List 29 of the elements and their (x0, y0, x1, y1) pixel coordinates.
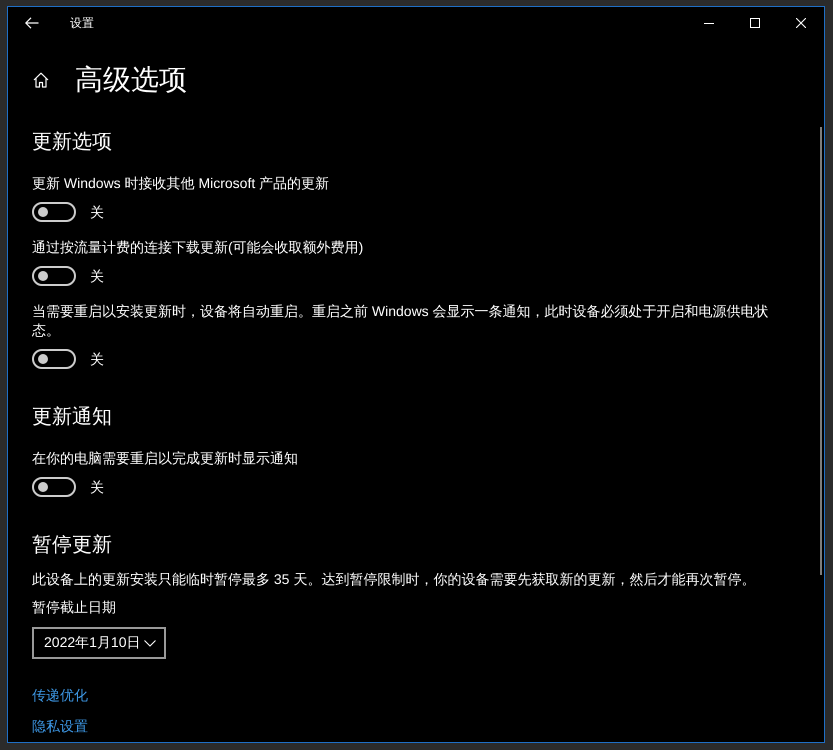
minimize-icon (704, 22, 714, 24)
section-heading: 更新通知 (32, 405, 113, 430)
setting-label: 在你的电脑需要重启以完成更新时显示通知 (32, 449, 299, 468)
section-heading: 暂停更新 (32, 533, 113, 558)
toggle-switch[interactable] (32, 266, 76, 286)
settings-link[interactable]: 隐私设置 (32, 717, 88, 736)
chevron-down-icon (144, 640, 156, 646)
toggle-state-label: 关 (90, 478, 104, 496)
toggle-switch[interactable] (32, 477, 76, 497)
toggle-state-label: 关 (90, 202, 104, 222)
field-label: 暂停截止日期 (32, 598, 117, 617)
home-icon[interactable] (33, 72, 49, 88)
setting-label: 当需要重启以安装更新时，设备将自动重启。重启之前 Windows 会显示一条通知，此时设备必须处于开启和电源供电状态。 (32, 302, 770, 340)
section-heading: 更新选项 (32, 130, 113, 155)
toggle-switch[interactable] (32, 349, 76, 369)
toggle-state-label: 关 (90, 350, 104, 368)
toggle-switch[interactable] (32, 202, 76, 222)
window-title: 设置 (70, 15, 94, 31)
close-icon (796, 18, 806, 28)
back-arrow-icon (25, 17, 39, 29)
settings-link[interactable]: 传递优化 (32, 686, 88, 705)
page-title: 高级选项 (75, 63, 187, 97)
toggle-state-label: 关 (90, 266, 104, 286)
maximize-icon (750, 18, 760, 28)
setting-label: 通过按流量计费的连接下载更新(可能会收取额外费用) (32, 238, 364, 257)
scrollbar-thumb[interactable] (820, 127, 822, 575)
date-dropdown[interactable]: 2022年1月10日 (32, 627, 166, 659)
setting-label: 更新 Windows 时接收其他 Microsoft 产品的更新 (32, 174, 330, 193)
description-text: 此设备上的更新安装只能临时暂停最多 35 天。达到暂停限制时，你的设备需要先获取新的更新，然后才能再次暂停。 (32, 570, 756, 589)
